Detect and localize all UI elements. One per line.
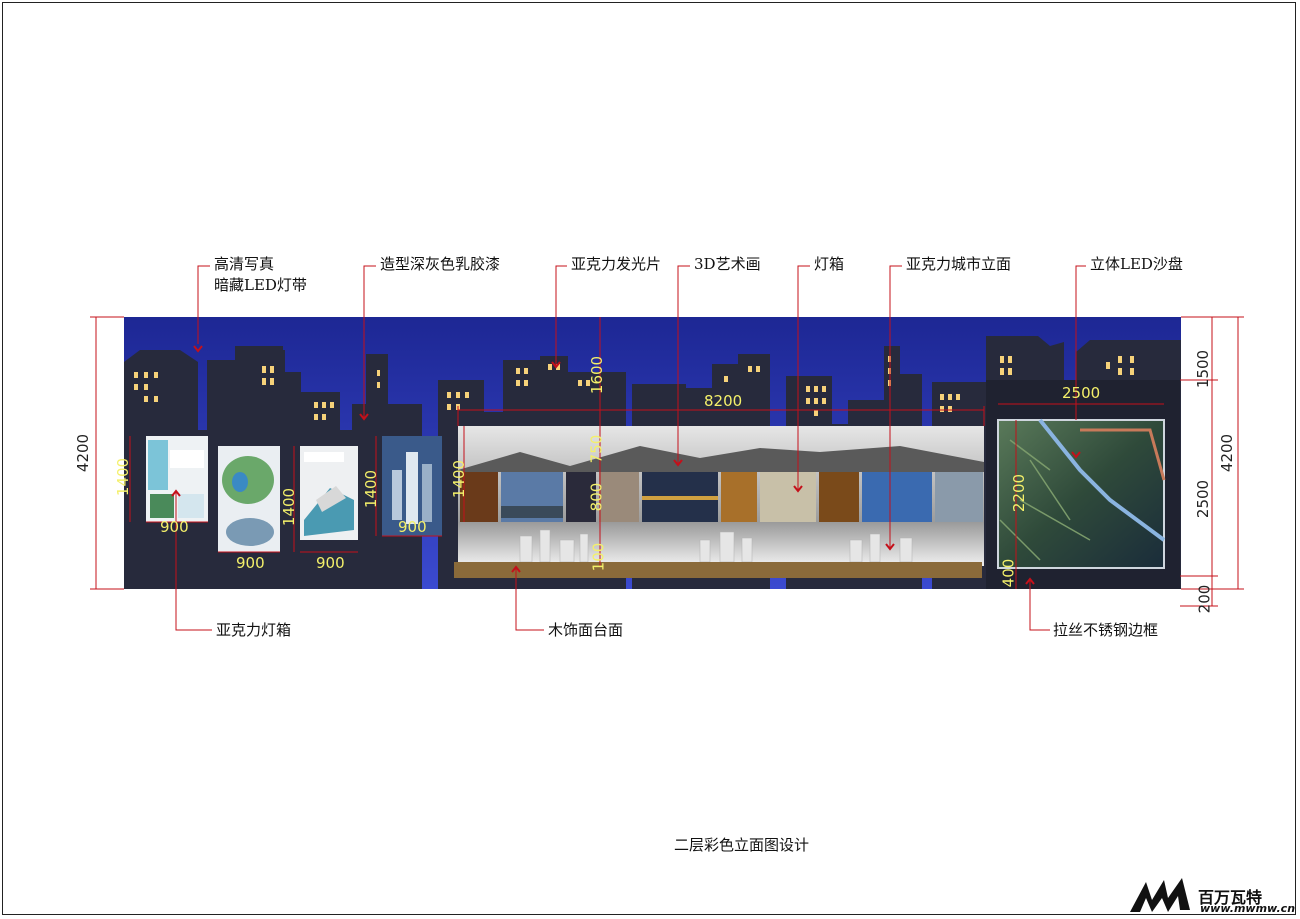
callout-photo-line2: 暗藏LED灯带	[214, 276, 307, 294]
drawing-caption: 二层彩色立面图设计	[674, 836, 810, 854]
dim-panel2-width: 900	[236, 554, 265, 572]
dim-sandtable-400: 400	[999, 558, 1018, 588]
dim-right-2500: 2500	[1194, 479, 1213, 519]
callout-acrylic-glow: 亚克力发光片	[571, 255, 662, 273]
callout-led-sandtable: 立体LED沙盘	[1090, 255, 1183, 273]
dim-center-width: 8200	[704, 392, 743, 410]
drawing-border	[2, 2, 1296, 915]
dim-panel4-height: 1400	[362, 469, 381, 509]
callout-photo: 高清写真 暗藏LED灯带	[214, 254, 307, 296]
callout-wood-counter: 木饰面台面	[548, 621, 624, 639]
dim-panel1-height: 1400	[114, 457, 133, 497]
dim-right-1500: 1500	[1194, 349, 1213, 389]
callout-acrylic-lightbox: 亚克力灯箱	[216, 621, 292, 639]
dim-center-100: 100	[589, 542, 608, 572]
dim-total-right: 4200	[1218, 433, 1237, 473]
callout-light-box: 灯箱	[814, 255, 845, 273]
dim-panel2-height: 1400	[280, 487, 299, 527]
dim-panel4-width: 900	[398, 518, 427, 536]
callout-3d-art: 3D艺术画	[694, 255, 761, 273]
dim-panel3-width: 900	[316, 554, 345, 572]
dim-total-left: 4200	[74, 433, 93, 473]
callout-photo-line1: 高清写真	[214, 255, 275, 273]
dim-center-1600: 1600	[588, 355, 607, 395]
dim-sandtable-2200: 2200	[1010, 473, 1029, 513]
callout-grey-paint: 造型深灰色乳胶漆	[380, 255, 501, 273]
logo-url: www.mwmw.cn	[1200, 902, 1296, 915]
dim-right-200: 200	[1195, 584, 1214, 614]
dim-center-1400: 1400	[450, 459, 469, 499]
dim-panel1-width: 900	[160, 518, 189, 536]
callout-steel-frame: 拉丝不锈钢边框	[1053, 621, 1159, 639]
dim-sandtable-width: 2500	[1062, 384, 1101, 402]
callout-acrylic-city: 亚克力城市立面	[906, 255, 1012, 273]
dim-center-800: 800	[587, 482, 606, 512]
dim-center-750: 750	[587, 434, 606, 464]
